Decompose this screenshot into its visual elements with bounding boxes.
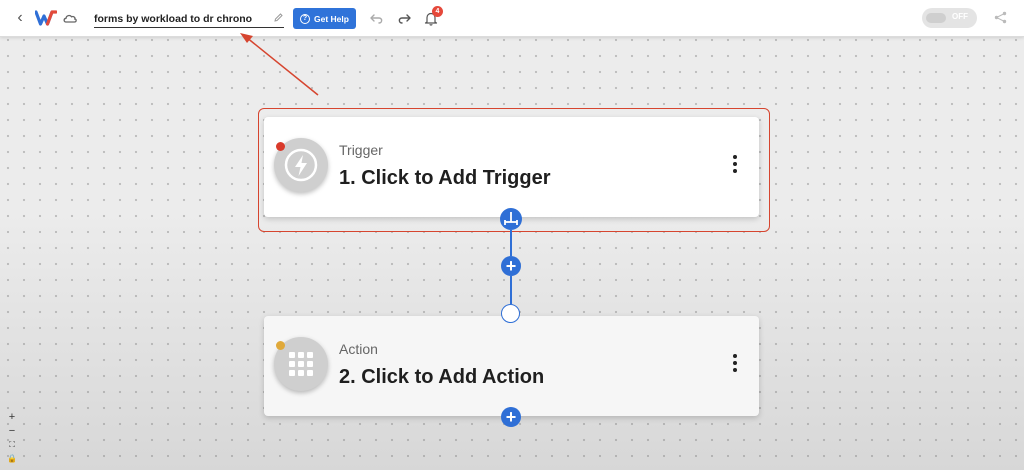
trigger-status-dot	[276, 142, 285, 151]
add-step-button[interactable]: +	[501, 256, 521, 276]
action-title: 2. Click to Add Action	[339, 366, 545, 388]
get-help-label: Get Help	[314, 13, 349, 24]
zoom-controls: + − ⛶ 🔒	[4, 410, 20, 470]
branch-node-icon[interactable]	[500, 208, 522, 230]
get-help-button[interactable]: ? Get Help	[293, 8, 356, 29]
trigger-card[interactable]: Trigger 1. Click to Add Trigger	[264, 117, 759, 217]
workflow-active-toggle[interactable]: OFF	[922, 8, 977, 28]
workload-logo-icon[interactable]	[35, 10, 57, 26]
back-button[interactable]: ‹	[12, 9, 28, 27]
action-status-dot	[276, 341, 285, 350]
lock-icon[interactable]: 🔒	[4, 452, 20, 466]
question-circle-icon: ?	[300, 13, 311, 24]
action-card[interactable]: Action 2. Click to Add Action	[264, 316, 759, 416]
edit-pencil-icon[interactable]	[273, 12, 284, 23]
share-icon[interactable]	[994, 11, 1007, 24]
notification-badge: 4	[432, 6, 443, 17]
trigger-title: 1. Click to Add Trigger	[339, 167, 551, 189]
trigger-menu-icon[interactable]	[730, 155, 740, 177]
trigger-type-label: Trigger	[339, 142, 383, 158]
undo-icon[interactable]	[369, 11, 385, 25]
add-step-button-bottom[interactable]: +	[501, 407, 521, 427]
zoom-out-button[interactable]: −	[4, 424, 20, 438]
connector-endpoint[interactable]	[501, 304, 520, 323]
cloud-save-icon[interactable]	[62, 11, 78, 25]
redo-icon[interactable]	[396, 11, 412, 25]
toggle-label: OFF	[952, 12, 968, 21]
toggle-knob	[926, 13, 946, 23]
fit-view-icon[interactable]: ⛶	[4, 438, 20, 452]
top-toolbar: ‹ ? Get Help 4 OFF	[0, 0, 1024, 37]
zoom-in-button[interactable]: +	[4, 410, 20, 424]
workflow-name-input[interactable]	[94, 11, 284, 28]
action-menu-icon[interactable]	[730, 354, 740, 376]
action-type-label: Action	[339, 341, 378, 357]
